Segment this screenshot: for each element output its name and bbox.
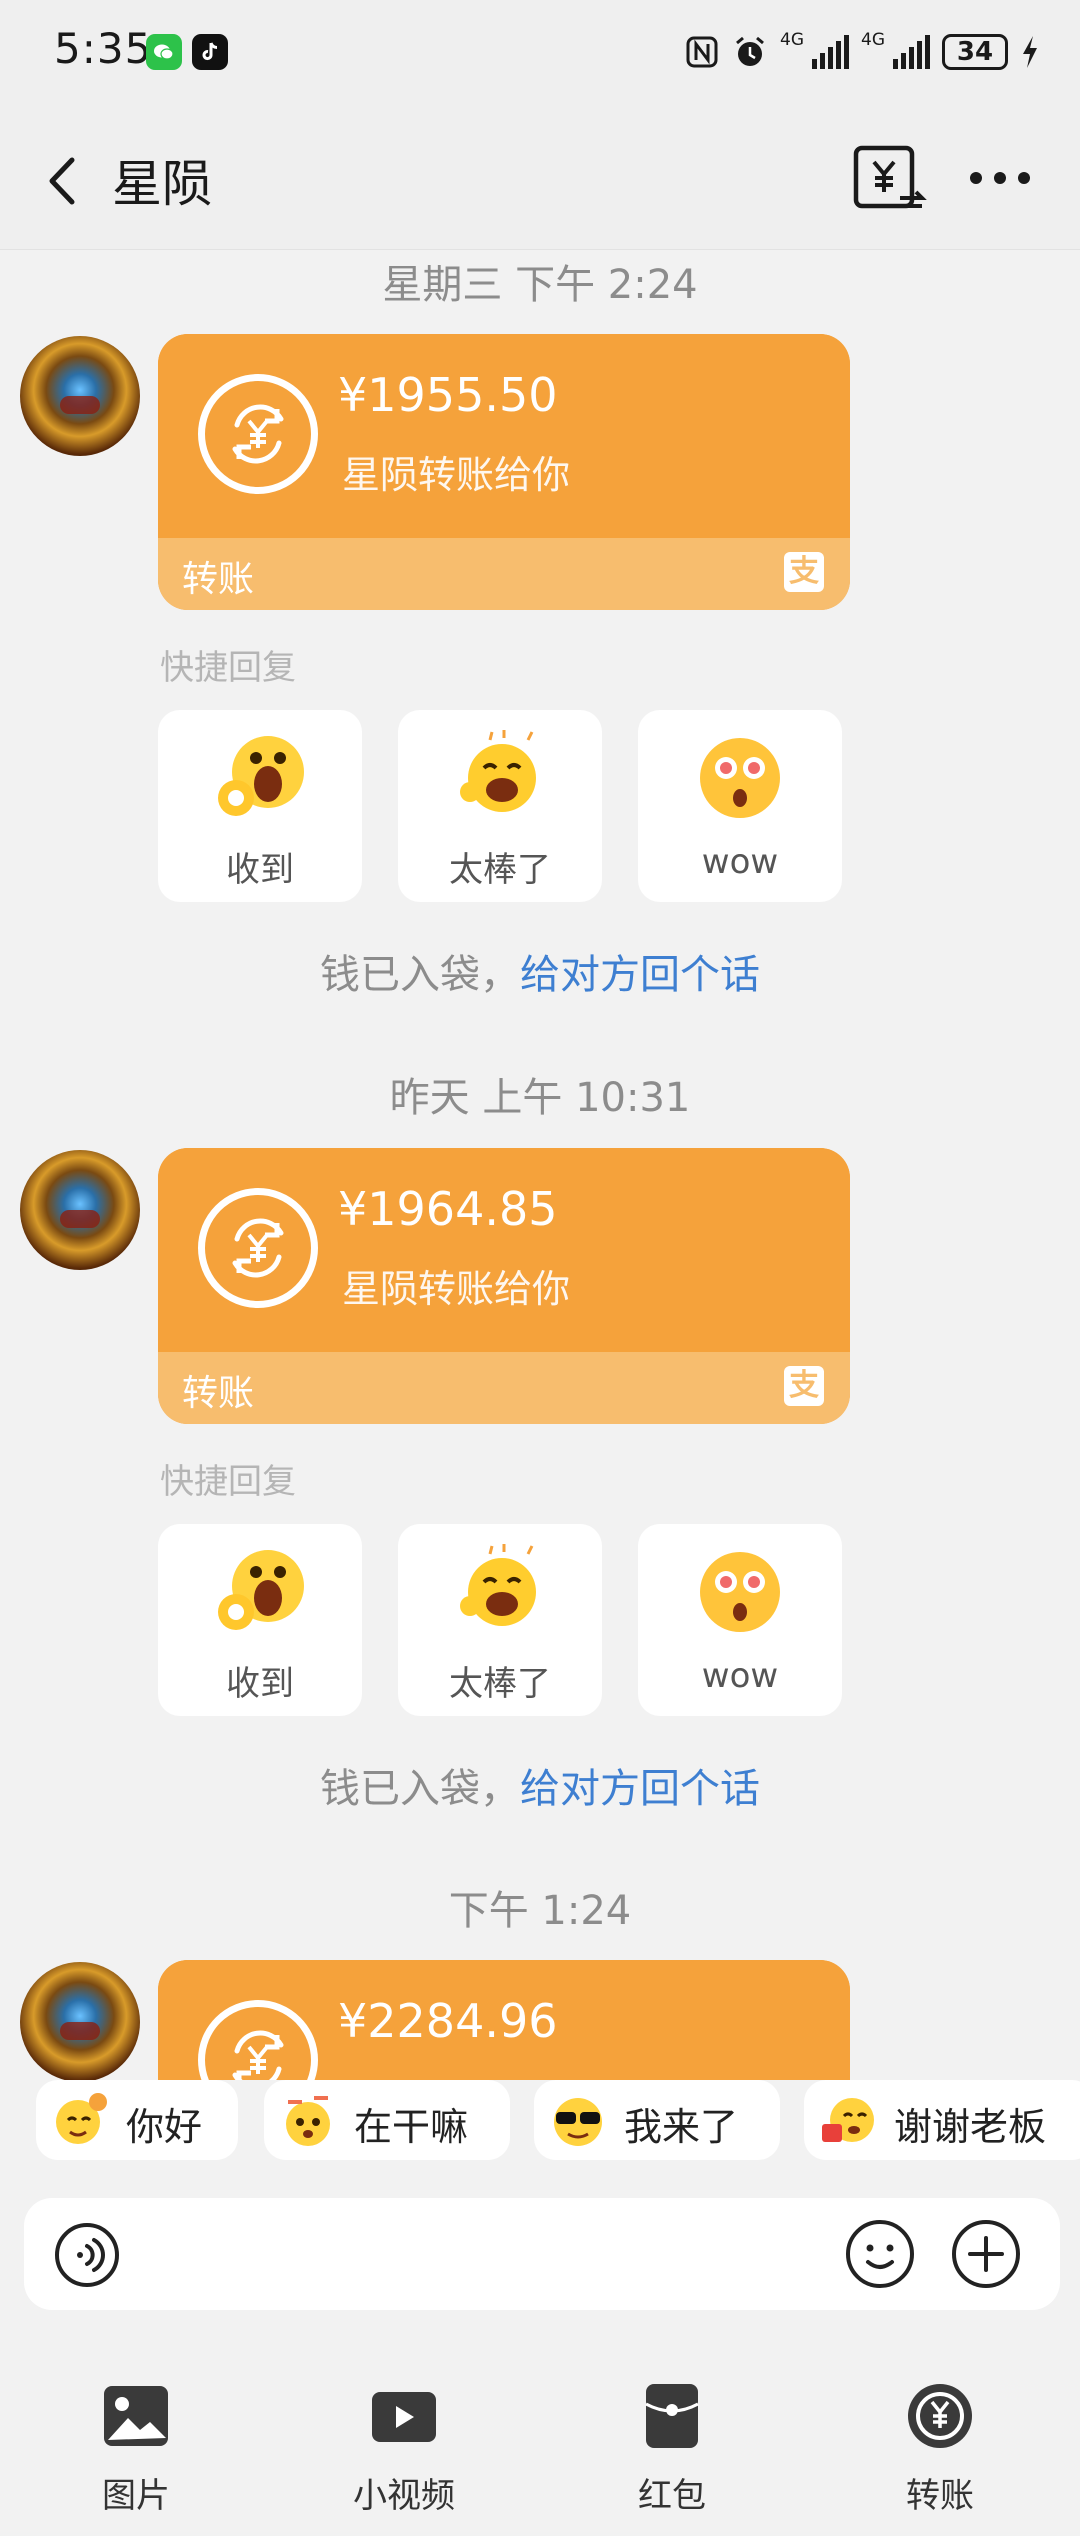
alarm-icon: [736, 36, 764, 66]
quick-reply-label: 太棒了: [449, 1664, 551, 1704]
chip-text: 我来了: [624, 2105, 739, 2149]
chat-message-list[interactable]: 星期三 下午 2:24 ¥1955.50 星陨转账给你 转账 支 快捷回复 收到…: [0, 250, 1080, 2080]
contact-avatar[interactable]: [20, 336, 140, 456]
sunglasses-face-icon: [554, 2098, 602, 2146]
tiktok-icon: [192, 34, 228, 70]
transfer-coin-icon: [198, 1188, 318, 1308]
transfer-shortcut-button[interactable]: [848, 138, 928, 218]
curious-face-icon: [286, 2096, 330, 2146]
message-input-bar[interactable]: [24, 2198, 1060, 2310]
transfer-amount: ¥2284.96: [338, 1994, 558, 2048]
quick-reply-wow[interactable]: wow: [638, 1524, 842, 1716]
reply-link[interactable]: 给对方回个话: [520, 1766, 760, 1812]
quick-reply-title: 快捷回复: [160, 648, 296, 688]
crying-laugh-face-icon: [460, 1544, 536, 1626]
quick-reply-label: 太棒了: [449, 850, 551, 890]
voice-input-button[interactable]: [54, 2222, 120, 2288]
transfer-label: 转账: [182, 1373, 255, 1414]
nfc-icon: [686, 36, 718, 68]
transfer-icon: [908, 2384, 972, 2448]
image-icon: [104, 2386, 168, 2446]
transfer-description: 星陨转账给你: [342, 453, 571, 497]
transfer-label: 转账: [182, 559, 255, 600]
contact-name: 星陨: [112, 155, 212, 213]
signal-icon: [893, 35, 930, 69]
tool-short-video[interactable]: 小视频: [304, 2346, 504, 2536]
tool-transfer[interactable]: 转账: [840, 2346, 1040, 2536]
money-received-text: 钱已入袋，: [320, 952, 520, 998]
tool-label: 红包: [638, 2476, 706, 2516]
quick-reply-label: wow: [701, 842, 779, 882]
quick-reply-label: 收到: [226, 850, 294, 890]
status-bar: 5:35 4G 4G 34: [0, 0, 1080, 110]
quick-reply-label: 收到: [226, 1664, 294, 1704]
status-time: 5:35: [54, 24, 153, 73]
ok-hand-face-icon: [218, 736, 304, 816]
quick-reply-received[interactable]: 收到: [158, 710, 362, 902]
chip-whats-up[interactable]: 在干嘛: [264, 2080, 510, 2160]
bottom-toolbar: 图片 小视频 红包 转账: [0, 2346, 1080, 2536]
quick-reply-wow[interactable]: wow: [638, 710, 842, 902]
chip-coming[interactable]: 我来了: [534, 2080, 780, 2160]
back-button[interactable]: [30, 146, 100, 216]
transfer-card[interactable]: ¥2284.96: [158, 1960, 850, 2080]
tool-image[interactable]: 图片: [36, 2346, 236, 2536]
chip-text: 在干嘛: [354, 2105, 469, 2149]
quick-reply-label: wow: [701, 1656, 779, 1696]
alipay-icon: 支: [784, 552, 824, 592]
money-received-text: 钱已入袋，: [320, 1766, 520, 1812]
tool-label: 小视频: [353, 2476, 455, 2516]
battery-indicator: 34: [942, 34, 1008, 70]
chip-text: 你好: [126, 2105, 203, 2149]
hi-face-icon: [56, 2093, 107, 2144]
contact-avatar[interactable]: [20, 1962, 140, 2080]
wow-face-icon: [700, 738, 780, 818]
chip-text: 谢谢老板: [894, 2105, 1047, 2149]
quick-phrase-bar: 你好 在干嘛 我来了 谢谢老板: [0, 2080, 1080, 2166]
quick-reply-received[interactable]: 收到: [158, 1524, 362, 1716]
alipay-icon: 支: [784, 1366, 824, 1406]
ok-hand-face-icon: [218, 1550, 304, 1630]
chat-header: 星陨: [0, 110, 1080, 250]
chip-thanks-boss[interactable]: 谢谢老板: [804, 2080, 1080, 2160]
wow-face-icon: [700, 1552, 780, 1632]
video-icon: [372, 2392, 436, 2442]
transfer-card[interactable]: ¥1955.50 星陨转账给你 转账 支: [158, 334, 850, 610]
money-received-note: 钱已入袋，给对方回个话: [0, 1756, 1080, 1814]
signal-icon: [812, 35, 849, 69]
red-packet-icon: [645, 2384, 699, 2448]
tool-label: 转账: [906, 2476, 974, 2516]
transfer-amount: ¥1964.85: [338, 1182, 558, 1236]
transfer-amount: ¥1955.50: [338, 368, 558, 422]
reply-link[interactable]: 给对方回个话: [520, 952, 760, 998]
signal-type-2: 4G: [861, 30, 885, 50]
message-timestamp: 星期三 下午 2:24: [382, 262, 698, 308]
signal-type-1: 4G: [780, 30, 804, 50]
transfer-description: 星陨转账给你: [342, 1267, 571, 1311]
transfer-card[interactable]: ¥1964.85 星陨转账给你 转账 支: [158, 1148, 850, 1424]
transfer-coin-icon: [198, 374, 318, 494]
wechat-icon: [146, 34, 182, 70]
contact-avatar[interactable]: [20, 1150, 140, 1270]
money-received-note: 钱已入袋，给对方回个话: [0, 942, 1080, 1000]
message-timestamp: 昨天 上午 10:31: [389, 1075, 691, 1121]
tool-label: 图片: [102, 2476, 170, 2516]
chip-hello[interactable]: 你好: [36, 2080, 238, 2160]
quick-reply-title: 快捷回复: [160, 1462, 296, 1502]
charging-icon: [1023, 36, 1037, 68]
tool-red-packet[interactable]: 红包: [572, 2346, 772, 2536]
add-attachment-button[interactable]: [950, 2218, 1022, 2290]
more-options-button[interactable]: [964, 158, 1036, 198]
emoji-button[interactable]: [844, 2218, 916, 2290]
message-timestamp: 下午 1:24: [448, 1888, 632, 1934]
crying-laugh-face-icon: [460, 730, 536, 812]
quick-reply-great[interactable]: 太棒了: [398, 710, 602, 902]
thanks-face-icon: [822, 2098, 874, 2142]
quick-reply-great[interactable]: 太棒了: [398, 1524, 602, 1716]
